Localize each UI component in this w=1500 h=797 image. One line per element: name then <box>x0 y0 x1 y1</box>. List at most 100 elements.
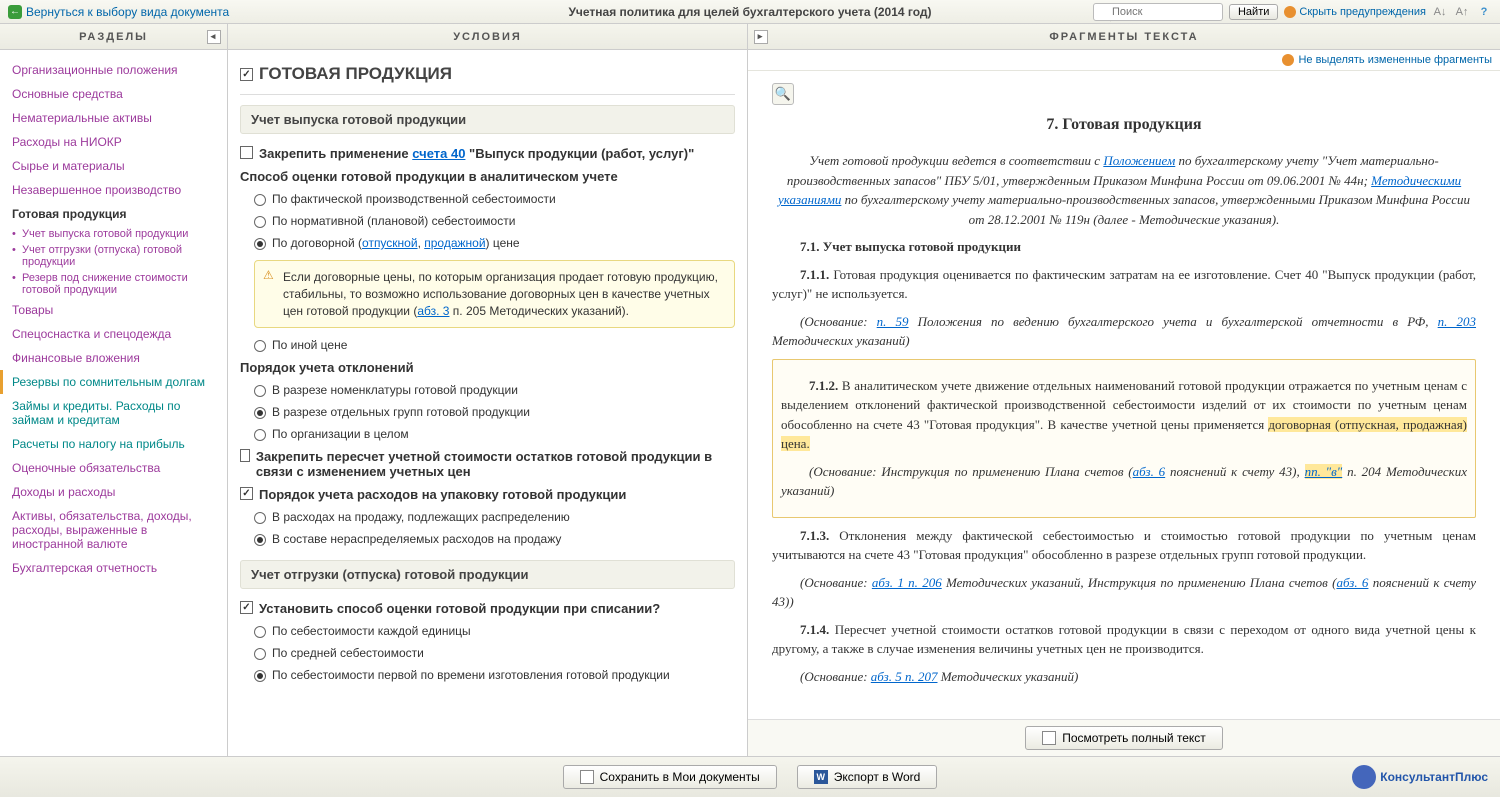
nav-item[interactable]: Доходы и расходы <box>12 480 215 504</box>
sections-list[interactable]: Организационные положенияОсновные средст… <box>0 50 227 756</box>
section-title: ГОТОВАЯ ПРОДУКЦИЯ <box>240 58 735 95</box>
eval-opt-2[interactable]: По нормативной (плановой) себестоимости <box>240 210 735 232</box>
hide-warnings-link[interactable]: Скрыть предупреждения <box>1284 6 1426 18</box>
document-icon <box>1042 731 1056 745</box>
subsection-shipping: Учет отгрузки (отпуска) готовой продукци… <box>240 560 735 589</box>
font-smaller-icon[interactable]: A↓ <box>1432 4 1448 20</box>
nav-item[interactable]: Спецоснастка и спецодежда <box>12 322 215 346</box>
deviation-label: Порядок учета отклонений <box>240 356 735 379</box>
recalc-option[interactable]: Закрепить пересчет учетной стоимости ост… <box>240 445 735 483</box>
document-title: Учетная политика для целей бухгалтерског… <box>568 5 931 19</box>
p-7-1-2: 7.1.2. В аналитическом учете движение от… <box>781 376 1467 454</box>
subsection-output: Учет выпуска готовой продукции <box>240 105 735 134</box>
p-7-1-3: 7.1.3. Отклонения между фактической себе… <box>772 526 1476 565</box>
fragment-title: 7. Готовая продукция <box>772 113 1476 137</box>
top-bar: ← Вернуться к выбору вида документа Учет… <box>0 0 1500 24</box>
highlight-icon <box>1282 54 1294 66</box>
warn-link[interactable]: абз. 3 <box>417 304 449 318</box>
toolbar-right: Найти Скрыть предупреждения A↓ A↑ ? <box>1093 3 1492 21</box>
p-7-1-4: 7.1.4. Пересчет учетной стоимости остатк… <box>772 620 1476 659</box>
p-7-1: 7.1. Учет выпуска готовой продукции <box>772 237 1476 257</box>
radio[interactable] <box>254 340 266 352</box>
nav-item[interactable]: Сырье и материалы <box>12 154 215 178</box>
main-area: РАЗДЕЛЫ ◂ Организационные положенияОснов… <box>0 24 1500 756</box>
fragments-toolbar: Не выделять измененные фрагменты <box>748 50 1500 71</box>
sections-header: РАЗДЕЛЫ ◂ <box>0 24 227 50</box>
eval-opt-4[interactable]: По иной цене <box>240 334 735 356</box>
sections-column: РАЗДЕЛЫ ◂ Организационные положенияОснов… <box>0 24 228 756</box>
nav-item[interactable]: Оценочные обязательства <box>12 456 215 480</box>
checkbox[interactable] <box>240 146 253 159</box>
view-full-wrap: Посмотреть полный текст <box>748 719 1500 756</box>
help-icon[interactable]: ? <box>1476 4 1492 20</box>
nav-item[interactable]: Организационные положения <box>12 58 215 82</box>
warning-icon <box>1284 6 1296 18</box>
save-button[interactable]: Сохранить в Мои документы <box>563 765 777 789</box>
nav-item[interactable]: Расходы на НИОКР <box>12 130 215 154</box>
radio[interactable] <box>254 238 266 250</box>
nav-item[interactable]: Резерв под снижение стоимости готовой пр… <box>12 270 215 298</box>
eval-opt-3[interactable]: По договорной (отпускной, продажной) цен… <box>240 232 735 254</box>
nav-item[interactable]: Готовая продукция <box>12 202 215 226</box>
conditions-header: УСЛОВИЯ <box>228 24 747 50</box>
dev-opt-3[interactable]: По организации в целом <box>240 423 735 445</box>
nav-item[interactable]: Резервы по сомнительным долгам <box>0 370 215 394</box>
highlighted-block: 7.1.2. В аналитическом учете движение от… <box>772 359 1476 518</box>
pack-option[interactable]: Порядок учета расходов на упаковку готов… <box>240 483 735 506</box>
back-button[interactable]: ← Вернуться к выбору вида документа <box>8 5 229 19</box>
radio[interactable] <box>254 194 266 206</box>
fix-account40-option[interactable]: Закрепить применение счета 40 "Выпуск пр… <box>240 142 735 165</box>
nav-item[interactable]: Бухгалтерская отчетность <box>12 556 215 580</box>
conditions-column: УСЛОВИЯ ГОТОВАЯ ПРОДУКЦИЯ Учет выпуска г… <box>228 24 748 756</box>
arrow-left-icon: ← <box>8 5 22 19</box>
dev-opt-2[interactable]: В разрезе отдельных групп готовой продук… <box>240 401 735 423</box>
eval-opt-1[interactable]: По фактической производственной себестои… <box>240 188 735 210</box>
intro-para: Учет готовой продукции ведется в соответ… <box>772 151 1476 229</box>
nav-item[interactable]: Товары <box>12 298 215 322</box>
export-word-button[interactable]: W Экспорт в Word <box>797 765 938 789</box>
ship-opt-1[interactable]: По себестоимости каждой единицы <box>240 620 735 642</box>
view-full-button[interactable]: Посмотреть полный текст <box>1025 726 1223 750</box>
fragments-column: ▸ ФРАГМЕНТЫ ТЕКСТА Не выделять измененны… <box>748 24 1500 756</box>
brand-logo: КонсультантПлюс <box>1352 765 1488 789</box>
fragments-body[interactable]: 🔍 7. Готовая продукция Учет готовой прод… <box>748 71 1500 719</box>
ship-question[interactable]: Установить способ оценки готовой продукц… <box>240 597 735 620</box>
toggle-highlight-link[interactable]: Не выделять измененные фрагменты <box>1282 54 1492 66</box>
radio[interactable] <box>254 216 266 228</box>
nav-item[interactable]: Активы, обязательства, доходы, расходы, … <box>12 504 215 556</box>
nav-item[interactable]: Незавершенное производство <box>12 178 215 202</box>
section-checkbox[interactable] <box>240 68 253 81</box>
search-wrap <box>1093 3 1223 21</box>
fragments-header: ▸ ФРАГМЕНТЫ ТЕКСТА <box>748 24 1500 50</box>
save-icon <box>580 770 594 784</box>
font-larger-icon[interactable]: A↑ <box>1454 4 1470 20</box>
logo-icon <box>1352 765 1376 789</box>
find-button[interactable]: Найти <box>1229 4 1278 20</box>
eval-method-label: Способ оценки готовой продукции в аналит… <box>240 165 735 188</box>
nav-item[interactable]: Основные средства <box>12 82 215 106</box>
nav-item[interactable]: Займы и кредиты. Расходы по займам и кре… <box>12 394 215 432</box>
nav-item[interactable]: Учет выпуска готовой продукции <box>12 226 215 242</box>
nav-item[interactable]: Расчеты по налогу на прибыль <box>12 432 215 456</box>
back-label: Вернуться к выбору вида документа <box>26 5 229 19</box>
dev-opt-1[interactable]: В разрезе номенклатуры готовой продукции <box>240 379 735 401</box>
pack-opt-1[interactable]: В расходах на продажу, подлежащих распре… <box>240 506 735 528</box>
word-icon: W <box>814 770 828 784</box>
basis-713: (Основание: абз. 1 п. 206 Методических у… <box>772 573 1476 612</box>
nav-item[interactable]: Учет отгрузки (отпуска) готовой продукци… <box>12 242 215 270</box>
search-input[interactable] <box>1093 3 1223 21</box>
ship-opt-3[interactable]: По себестоимости первой по времени изгот… <box>240 664 735 686</box>
conditions-body[interactable]: ГОТОВАЯ ПРОДУКЦИЯ Учет выпуска готовой п… <box>228 50 747 756</box>
collapse-right-icon[interactable]: ▸ <box>754 30 768 44</box>
basis-711: (Основание: п. 59 Положения по ведению б… <box>772 312 1476 351</box>
nav-item[interactable]: Финансовые вложения <box>12 346 215 370</box>
footer-bar: Сохранить в Мои документы W Экспорт в Wo… <box>0 756 1500 797</box>
basis-714: (Основание: абз. 5 п. 207 Методических у… <box>772 667 1476 687</box>
account40-link[interactable]: счета 40 <box>412 146 465 161</box>
basis-712: (Основание: Инструкция по применению Пла… <box>781 462 1467 501</box>
nav-item[interactable]: Нематериальные активы <box>12 106 215 130</box>
collapse-left-icon[interactable]: ◂ <box>207 30 221 44</box>
zoom-icon[interactable]: 🔍 <box>772 83 794 105</box>
pack-opt-2[interactable]: В составе нераспределяемых расходов на п… <box>240 528 735 550</box>
ship-opt-2[interactable]: По средней себестоимости <box>240 642 735 664</box>
